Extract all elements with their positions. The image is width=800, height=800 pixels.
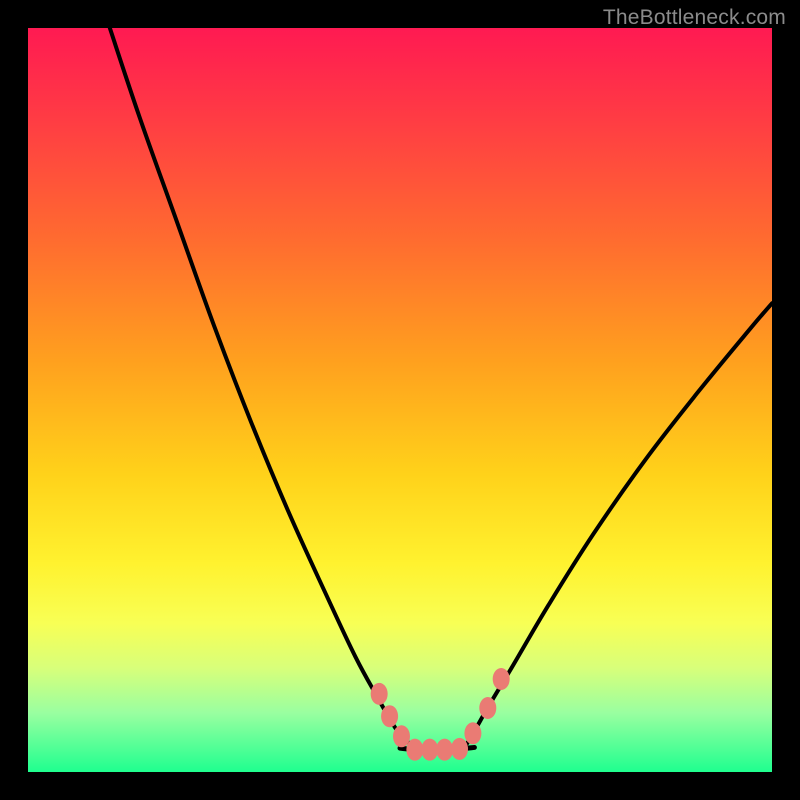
valley-marker-3 (406, 739, 423, 761)
valley-marker-4 (421, 739, 438, 761)
series-right-curve (463, 303, 772, 749)
chart-frame: TheBottleneck.com (0, 0, 800, 800)
valley-marker-6 (451, 738, 468, 760)
valley-marker-9 (493, 668, 510, 690)
plot-svg (28, 28, 772, 772)
valley-marker-1 (381, 705, 398, 727)
valley-marker-0 (371, 683, 388, 705)
watermark-text: TheBottleneck.com (603, 6, 786, 30)
valley-marker-8 (479, 697, 496, 719)
curves-layer (110, 28, 772, 750)
markers-layer (371, 668, 510, 761)
series-left-curve (110, 28, 419, 750)
valley-marker-5 (436, 739, 453, 761)
valley-marker-7 (464, 722, 481, 744)
valley-marker-2 (393, 725, 410, 747)
plot-area (28, 28, 772, 772)
